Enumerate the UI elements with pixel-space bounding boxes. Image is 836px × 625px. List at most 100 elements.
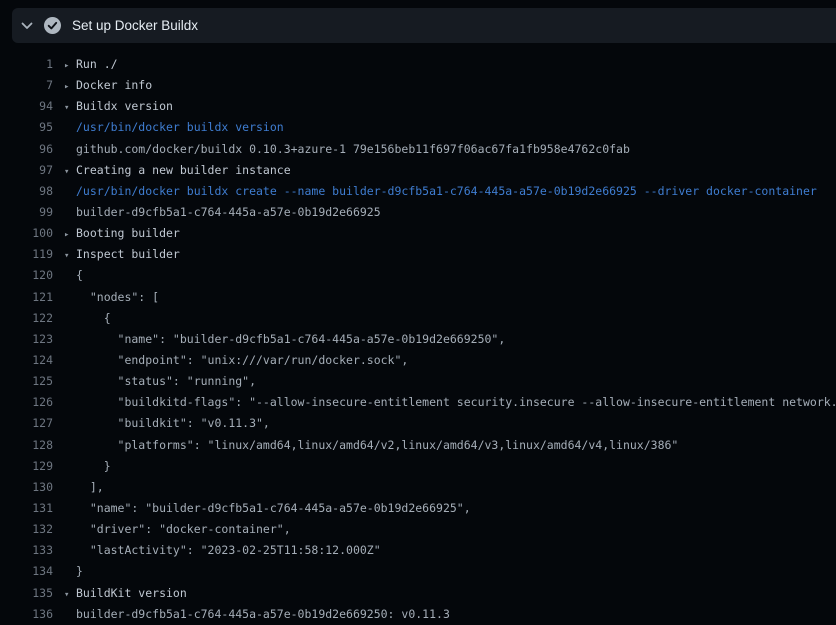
triangle-down-icon: ▾ [64, 162, 76, 181]
triangle-down-icon: ▾ [64, 98, 76, 117]
log-group-toggle[interactable]: ▸Booting builder [64, 223, 180, 244]
line-number[interactable]: 120 [0, 265, 53, 286]
log-output-text: { [76, 311, 111, 325]
line-number[interactable]: 100 [0, 223, 53, 244]
log-line: 135 ▾BuildKit version [0, 583, 836, 604]
line-number[interactable]: 96 [0, 139, 53, 160]
line-number[interactable]: 135 [0, 583, 53, 604]
triangle-right-icon: ▸ [64, 225, 76, 244]
log-output-text: builder-d9cfb5a1-c764-445a-a57e-0b19d2e6… [76, 205, 381, 219]
triangle-right-icon: ▸ [64, 77, 76, 96]
line-number[interactable]: 97 [0, 160, 53, 181]
triangle-down-icon: ▾ [64, 585, 76, 604]
log-line: 94 ▾Buildx version [0, 96, 836, 117]
log-line: 120 { [0, 265, 836, 286]
line-number[interactable]: 98 [0, 181, 53, 202]
log-line: 129 } [0, 456, 836, 477]
log-line: 100 ▸Booting builder [0, 223, 836, 244]
log-line: 132 "driver": "docker-container", [0, 519, 836, 540]
log-output-text: "buildkitd-flags": "--allow-insecure-ent… [76, 395, 836, 409]
line-number[interactable]: 7 [0, 75, 53, 96]
log-line: 121 "nodes": [ [0, 287, 836, 308]
line-number[interactable]: 122 [0, 308, 53, 329]
log-line: 123 "name": "builder-d9cfb5a1-c764-445a-… [0, 329, 836, 350]
log-output-text: "driver": "docker-container", [76, 522, 291, 536]
line-number[interactable]: 1 [0, 54, 53, 75]
line-number[interactable]: 132 [0, 519, 53, 540]
line-number[interactable]: 128 [0, 435, 53, 456]
log-line: 126 "buildkitd-flags": "--allow-insecure… [0, 392, 836, 413]
line-number[interactable]: 119 [0, 244, 53, 265]
log-output-text: "platforms": "linux/amd64,linux/amd64/v2… [76, 438, 678, 452]
line-number[interactable]: 129 [0, 456, 53, 477]
log-output-text: { [76, 268, 83, 282]
line-number[interactable]: 121 [0, 287, 53, 308]
log-text: builder-d9cfb5a1-c764-445a-a57e-0b19d2e6… [64, 604, 450, 625]
line-number[interactable]: 124 [0, 350, 53, 371]
step-header-toggle[interactable]: Set up Docker Buildx [12, 8, 836, 43]
log-line: 119 ▾Inspect builder [0, 244, 836, 265]
log-text: "buildkitd-flags": "--allow-insecure-ent… [64, 392, 836, 413]
log-line: 96 github.com/docker/buildx 0.10.3+azure-… [0, 139, 836, 160]
line-number[interactable]: 123 [0, 329, 53, 350]
log-line: 95/usr/bin/docker buildx version [0, 117, 836, 138]
log-line: 124 "endpoint": "unix:///var/run/docker.… [0, 350, 836, 371]
line-number[interactable]: 99 [0, 202, 53, 223]
log-line: 99 builder-d9cfb5a1-c764-445a-a57e-0b19d2… [0, 202, 836, 223]
log-group-label: Booting builder [76, 226, 180, 240]
log-text: "name": "builder-d9cfb5a1-c764-445a-a57e… [64, 498, 471, 519]
log-output-text: github.com/docker/buildx 0.10.3+azure-1 … [76, 142, 630, 156]
line-number[interactable]: 126 [0, 392, 53, 413]
log-group-toggle[interactable]: ▾Inspect builder [64, 244, 180, 265]
log-line: 7 ▸Docker info [0, 75, 836, 96]
log-output-text: "name": "builder-d9cfb5a1-c764-445a-a57e… [76, 332, 505, 346]
triangle-down-icon: ▾ [64, 246, 76, 265]
log-group-toggle[interactable]: ▾BuildKit version [64, 583, 187, 604]
log-text: /usr/bin/docker buildx version [64, 117, 284, 138]
line-number[interactable]: 94 [0, 96, 53, 117]
log-group-label: Run ./ [76, 57, 118, 71]
log-group-toggle[interactable]: ▸Run ./ [64, 54, 118, 75]
line-number[interactable]: 130 [0, 477, 53, 498]
log-line: 131 "name": "builder-d9cfb5a1-c764-445a-… [0, 498, 836, 519]
log-group-toggle[interactable]: ▾Creating a new builder instance [64, 160, 291, 181]
log-lines: 1▸Run ./7▸Docker info94▾Buildx version95… [0, 54, 836, 625]
log-line: 128 "platforms": "linux/amd64,linux/amd6… [0, 435, 836, 456]
log-text: ], [64, 477, 104, 498]
step-title: Set up Docker Buildx [72, 18, 198, 33]
line-number[interactable]: 133 [0, 540, 53, 561]
log-text: } [64, 456, 111, 477]
log-output-text: "buildkit": "v0.11.3", [76, 416, 270, 430]
line-number[interactable]: 127 [0, 413, 53, 434]
log-text: "nodes": [ [64, 287, 159, 308]
line-number[interactable]: 134 [0, 561, 53, 582]
log-output-text: "nodes": [ [76, 290, 159, 304]
log-text: "status": "running", [64, 371, 256, 392]
log-text: { [64, 265, 83, 286]
log-group-label: Docker info [76, 78, 152, 92]
line-number[interactable]: 131 [0, 498, 53, 519]
log-group-label: BuildKit version [76, 586, 187, 600]
log-output-text: "name": "builder-d9cfb5a1-c764-445a-a57e… [76, 501, 471, 515]
log-group-toggle[interactable]: ▾Buildx version [64, 96, 173, 117]
line-number[interactable]: 136 [0, 604, 53, 625]
log-text: "platforms": "linux/amd64,linux/amd64/v2… [64, 435, 678, 456]
line-number[interactable]: 125 [0, 371, 53, 392]
log-group-label: Buildx version [76, 99, 173, 113]
log-output-text: builder-d9cfb5a1-c764-445a-a57e-0b19d2e6… [76, 607, 450, 621]
log-output-text: "lastActivity": "2023-02-25T11:58:12.000… [76, 543, 381, 557]
log-output-text: } [76, 564, 83, 578]
log-output-text: } [76, 459, 111, 473]
log-group-label: Creating a new builder instance [76, 163, 291, 177]
log-group-toggle[interactable]: ▸Docker info [64, 75, 152, 96]
log-command-text: /usr/bin/docker buildx version [76, 120, 284, 134]
log-line: 97 ▾Creating a new builder instance [0, 160, 836, 181]
log-text: /usr/bin/docker buildx create --name bui… [64, 181, 817, 202]
triangle-right-icon: ▸ [64, 56, 76, 75]
log-text: { [64, 308, 111, 329]
log-line: 125 "status": "running", [0, 371, 836, 392]
log-text: builder-d9cfb5a1-c764-445a-a57e-0b19d2e6… [64, 202, 381, 223]
line-number[interactable]: 95 [0, 117, 53, 138]
log-line: 122 { [0, 308, 836, 329]
log-text: github.com/docker/buildx 0.10.3+azure-1 … [64, 139, 630, 160]
